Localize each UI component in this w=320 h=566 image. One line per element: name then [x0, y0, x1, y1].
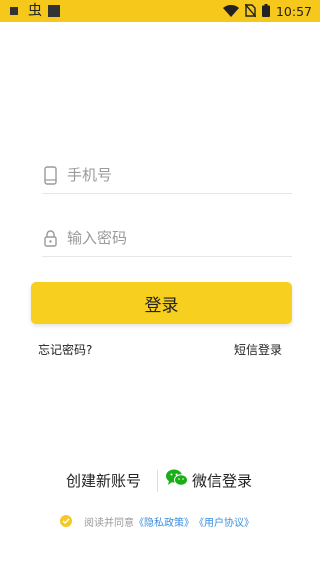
check-circle-icon[interactable]: [60, 515, 72, 527]
sms-login-link[interactable]: 短信登录: [234, 341, 282, 358]
privacy-policy-link[interactable]: 《隐私政策》: [134, 514, 194, 529]
agreement-prefix: 阅读并同意: [84, 517, 134, 529]
battery-icon: [261, 2, 270, 21]
status-bar: 虫 10:57: [0, 0, 320, 22]
user-agreement-link[interactable]: 《用户协议》: [194, 514, 254, 529]
sim-off-icon: [244, 2, 257, 21]
wifi-icon: [222, 2, 239, 21]
notification-square-icon: [10, 7, 18, 15]
password-field-row: [42, 220, 292, 257]
smartphone-icon: [42, 165, 58, 185]
login-screen: 虫 10:57 登录 忘记密码? 短信登录: [0, 0, 320, 566]
phone-field-row: [42, 157, 292, 194]
status-time: 10:57: [275, 3, 312, 19]
phone-input[interactable]: [67, 166, 267, 184]
wechat-icon: [166, 469, 188, 491]
lock-icon: [42, 228, 58, 248]
forgot-password-link[interactable]: 忘记密码?: [38, 341, 92, 358]
divider: [157, 470, 158, 492]
agreement-row: 阅读并同意 《隐私政策》 《用户协议》: [60, 512, 254, 530]
create-account-button[interactable]: 创建新账号: [66, 470, 141, 491]
status-bar-left: 虫: [0, 4, 60, 18]
notification-square-icon: [48, 5, 60, 17]
alternate-login-row: 创建新账号 微信登录: [0, 468, 320, 492]
wechat-login-button[interactable]: 微信登录: [166, 468, 252, 492]
login-button[interactable]: 登录: [31, 282, 292, 324]
password-input[interactable]: [67, 229, 267, 247]
wechat-login-label: 微信登录: [192, 471, 253, 490]
status-bar-right: 10:57: [217, 0, 312, 22]
app-glyph-icon: 虫: [28, 3, 42, 19]
